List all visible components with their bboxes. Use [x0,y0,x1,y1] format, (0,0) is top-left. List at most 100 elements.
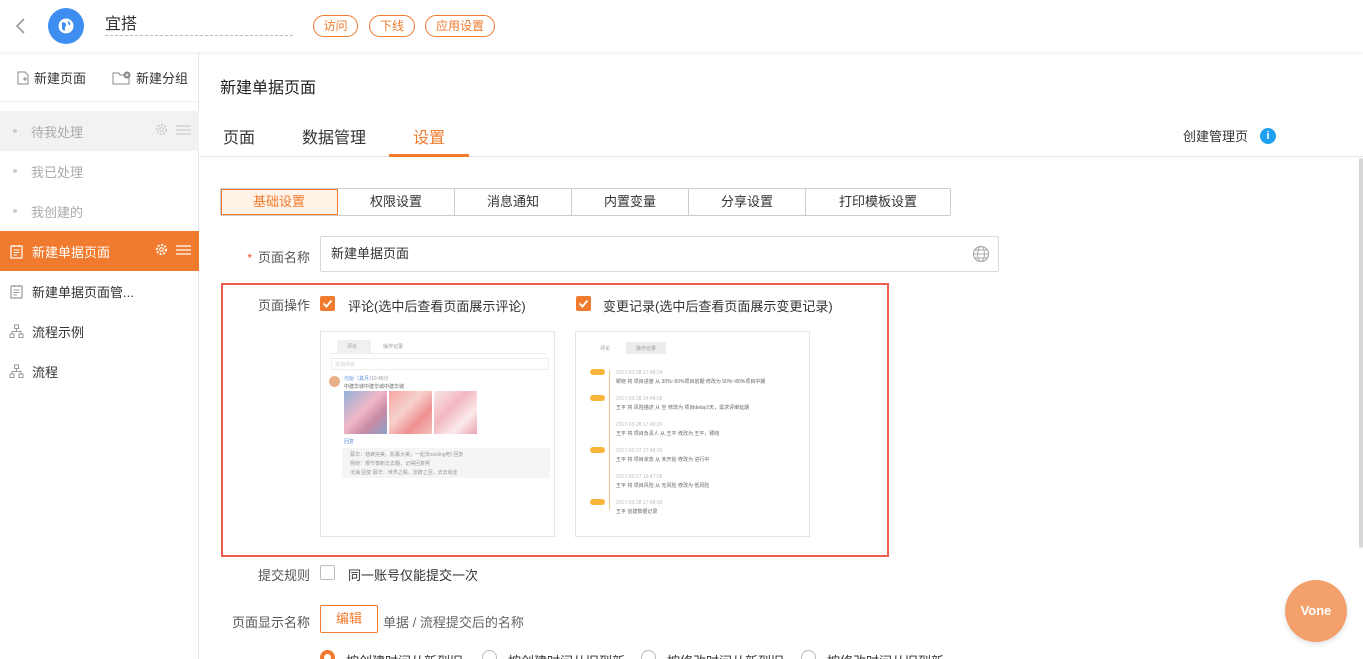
log-text: 王平 创建数据记录 [616,509,658,515]
new-page-icon [17,71,29,84]
edit-button[interactable]: 编辑 [320,605,378,633]
submit-once-label[interactable]: 同一账号仅能提交一次 [348,565,478,584]
visit-button[interactable]: 访问 [313,15,358,37]
tab-data-manage[interactable]: 数据管理 [302,124,366,148]
tab-page[interactable]: 页面 [223,124,255,148]
required-asterisk: * [247,251,252,265]
main-content: 新建单据页面 页面 数据管理 设置 创建管理页 i 基础设置 权限设置 消息通知… [200,52,1363,659]
subtab-basic[interactable]: 基础设置 [221,189,338,215]
app-name[interactable]: 宜搭 [105,15,293,36]
log-time: 2017-03-28 17:48:16 [616,500,663,506]
sidebar-actions: 新建页面 新建分组 [0,52,198,102]
checkmark-icon [322,299,333,308]
submit-once-checkbox[interactable] [320,565,335,580]
sidebar-item-todo[interactable]: 待我处理 [0,111,199,151]
drag-handle-icon[interactable] [176,124,191,136]
subtab-permission[interactable]: 权限设置 [338,189,455,215]
form-page-icon [10,284,23,299]
sort-radio-3[interactable] [641,650,656,659]
log-time: 2017-03-28 17:48:20 [616,422,663,428]
sidebar-item-created[interactable]: 我创建的 [0,191,199,231]
new-folder-icon [112,71,131,84]
gear-icon[interactable] [155,243,168,256]
sidebar-item-label: 流程示例 [32,324,85,340]
preview-tab: 操作记录 [636,346,657,352]
new-group-button[interactable]: 新建分组 [112,68,188,87]
vone-floating-button[interactable]: Vone [1285,580,1347,642]
preview-comment-input: 添加评论 [331,358,549,370]
changelog-preview: 评论 操作记录 2017-03-28 17:48:24 颖晓 将 项目进度 从 … [575,331,810,537]
sidebar-item-label: 我创建的 [31,204,84,220]
scrollbar[interactable] [1359,158,1363,548]
create-manage-page-link[interactable]: 创建管理页 [1183,126,1248,145]
tab-settings[interactable]: 设置 [413,124,445,148]
log-text: 王平 将 项目风险 从 无风险 修改为 低风险 [616,483,710,489]
page-name-input[interactable]: 新建单据页面 [320,236,999,272]
sort-radio-label[interactable]: 按修改时间从新到旧 [667,651,784,659]
app-settings-button[interactable]: 应用设置 [425,15,495,37]
gear-icon[interactable] [155,123,168,136]
sort-radio-label[interactable]: 按创建时间从新到旧 [346,651,463,659]
sidebar-item-label: 待我处理 [31,124,84,140]
subtab-notification[interactable]: 消息通知 [455,189,572,215]
new-group-label: 新建分组 [136,71,189,86]
sort-radio-label[interactable]: 按修改时间从旧到新 [827,651,944,659]
preview-tabs: 评论 操作记录 [590,342,668,354]
new-page-button[interactable]: 新建页面 [16,68,86,87]
main-tabs: 页面 数据管理 设置 创建管理页 i [200,112,1363,157]
sidebar-item-label: 新建单据页面 [32,244,111,260]
comment-preview: 评论 操作记录 添加评论 元始（其月） 10:45分 中建华城中建华城中建华城 … [320,331,555,537]
item-tools [155,123,191,136]
sort-radio-2[interactable] [482,650,497,659]
changelog-option-label[interactable]: 变更记录(选中后查看页面展示变更记录) [603,296,833,315]
new-page-label: 新建页面 [34,71,87,86]
display-name-label: 页面显示名称 [231,615,310,630]
changelog-checkbox[interactable] [576,296,591,311]
subtab-share[interactable]: 分享设置 [689,189,806,215]
log-time: 2017-03-28 17:48:24 [616,370,663,376]
blossom-photo [344,391,387,434]
comment-option-label[interactable]: 评论(选中后查看页面展示评论) [348,296,526,315]
subtab-variables[interactable]: 内置变量 [572,189,689,215]
preview-tab: 评论 [347,344,358,350]
sidebar-item-form-manage[interactable]: 新建单据页面管... [0,271,199,311]
sidebar-item-done[interactable]: 我已处理 [0,151,199,191]
preview-reply-line: 法海 回复 蔡华：世界之殿，张蔚之至，去去就走 [350,470,458,476]
sort-radio-4[interactable] [801,650,816,659]
page-ops-label: 页面操作 [257,298,310,313]
preview-tabs: 评论 操作记录 [331,340,546,354]
preview-reply-line: 蔡华：巷蜂完美，影蘸大美，一起去sosling吧! 回复 [350,452,464,458]
sort-radio-label[interactable]: 按创建时间从旧到新 [508,651,625,659]
preview-placeholder: 添加评论 [335,362,356,368]
info-icon[interactable]: i [1260,128,1276,144]
page-title: 新建单据页面 [220,80,317,97]
sidebar: 新建页面 新建分组 待我处理 我已处理 我创建的 新建单据页面 新建单据页面管.… [0,52,199,659]
page-name-label-text: 页面名称 [257,250,310,265]
sidebar-item-label: 流程 [32,364,59,380]
sort-radio-1[interactable] [320,650,335,659]
subtab-print-template[interactable]: 打印模板设置 [806,189,950,215]
sidebar-item-process[interactable]: 流程 [0,351,199,391]
item-tools [155,243,191,256]
flow-tree-icon [9,364,24,378]
sidebar-item-label: 新建单据页面管... [32,284,134,300]
preview-reply-line: 杨晓：慢节奏断去去翻，记得回复啊 [350,461,431,467]
comment-checkbox[interactable] [320,296,335,311]
page-name-label: * 页面名称 [200,247,310,266]
form-page-icon [10,244,23,259]
back-arrow-icon[interactable] [10,15,32,37]
checkmark-icon [578,299,589,308]
preview-reply-link: 回复 [344,439,355,445]
globe-icon[interactable] [972,245,990,263]
log-time: 2017-03-27 17:48:16 [616,448,663,454]
app-root: 宜搭 访问 下线 应用设置 新建页面 新建分组 待我处理 我已处理 我创建的 新… [0,0,1363,659]
drag-handle-icon[interactable] [176,244,191,256]
app-logo [48,8,84,44]
sidebar-item-process-example[interactable]: 流程示例 [0,311,199,351]
sidebar-item-new-form-page[interactable]: 新建单据页面 [0,231,199,271]
log-text: 王平 将 风险描述 从 空 修改为 项目delay2天，需求评审延期 [616,405,750,411]
offline-button[interactable]: 下线 [369,15,415,37]
log-text: 王平 将 项目负责人 从 王平 修改为 王平，颖晓 [616,431,720,437]
preview-time: 10:45分 [371,376,389,382]
bullet-dot [13,169,17,173]
